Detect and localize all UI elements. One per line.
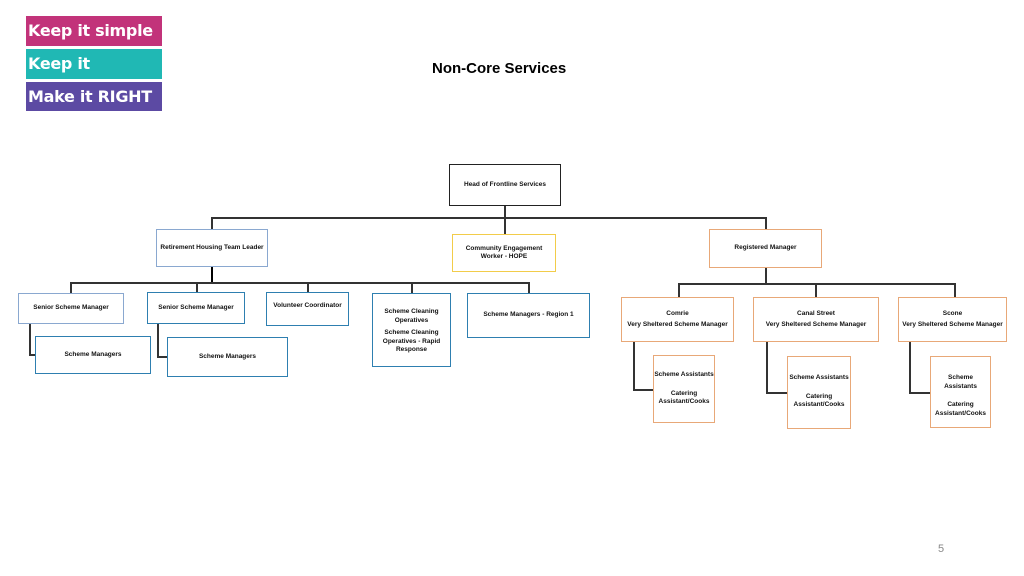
registered-manager-box: Registered Manager	[709, 229, 822, 268]
assistants-label: Scheme Assistants	[944, 374, 977, 390]
head-of-frontline-services-box: Head of Frontline Services	[449, 164, 561, 206]
site-name: Canal Street	[797, 309, 835, 317]
assistants-label: Scheme Assistants	[654, 371, 714, 378]
site-role: Very Sheltered Scheme Manager	[765, 321, 867, 328]
box-label: Volunteer Coordinator	[273, 302, 342, 309]
site-scone-box: Scone Very Sheltered Scheme Manager	[898, 297, 1007, 342]
site-canal-street-box: Canal Street Very Sheltered Scheme Manag…	[753, 297, 879, 342]
site-name: Scone	[942, 309, 963, 317]
box-label: Senior Scheme Manager	[33, 304, 109, 312]
canal-street-assistants-box: Scheme Assistants Catering Assistant/Coo…	[787, 356, 851, 429]
catering-label: Catering Assistant/Cooks	[935, 401, 986, 417]
community-engagement-box: Community Engagement Worker - HOPE	[452, 234, 556, 272]
volunteer-coordinator-box: Volunteer Coordinator	[266, 292, 349, 326]
catering-label: Catering Assistant/Cooks	[793, 392, 845, 409]
scone-assistants-box: Scheme Assistants Catering Assistant/Coo…	[930, 356, 991, 428]
scheme-managers-region1-box: Scheme Managers - Region 1	[467, 293, 590, 338]
box-label-cleaning-rapid: Scheme Cleaning Operatives - Rapid Respo…	[382, 329, 441, 353]
scheme-managers-box-2: Scheme Managers	[167, 337, 288, 377]
box-label: Scheme Managers - Region 1	[483, 311, 574, 319]
logo-keep-it-simple: Keep it simple	[26, 16, 162, 46]
site-role: Very Sheltered Scheme Manager	[627, 321, 728, 328]
site-role: Very Sheltered Scheme Manager	[902, 321, 1003, 328]
site-comrie-box: Comrie Very Sheltered Scheme Manager	[621, 297, 734, 342]
scheme-managers-box-1: Scheme Managers	[35, 336, 151, 374]
box-label: Community Engagement Worker - HOPE	[465, 244, 543, 261]
box-label: Head of Frontline Services	[464, 180, 546, 188]
senior-scheme-manager-box-2: Senior Scheme Manager	[147, 292, 245, 324]
scheme-cleaning-box: Scheme Cleaning Operatives Scheme Cleani…	[372, 293, 451, 367]
box-label-cleaning: Scheme Cleaning Operatives	[384, 308, 439, 324]
page-number: 5	[938, 543, 945, 555]
site-name: Comrie	[666, 309, 689, 317]
box-label: Scheme Managers	[198, 352, 257, 360]
logo-make-it-right: Make it RIGHT	[26, 82, 162, 111]
box-label: Registered Manager	[734, 244, 797, 252]
box-label: Retirement Housing Team Leader	[160, 243, 264, 251]
retirement-team-leader-box: Retirement Housing Team Leader	[156, 229, 268, 267]
comrie-assistants-box: Scheme Assistants Catering Assistant/Coo…	[653, 355, 715, 423]
logo-keep-it-personal: Keep it personal	[26, 49, 162, 103]
assistants-label: Scheme Assistants	[789, 374, 849, 381]
box-label: Senior Scheme Manager	[158, 303, 234, 311]
catering-label: Catering Assistant/Cooks	[658, 389, 710, 406]
senior-scheme-manager-box-1: Senior Scheme Manager	[18, 293, 124, 324]
box-label: Scheme Managers	[64, 350, 122, 358]
page-title: Non-Core Services	[432, 60, 567, 77]
